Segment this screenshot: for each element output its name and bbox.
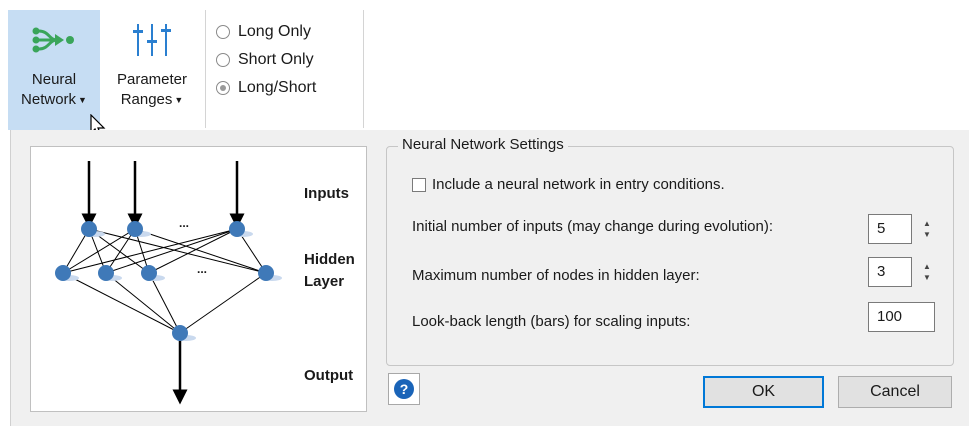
ribbon-separator xyxy=(363,10,364,128)
radio-long-short[interactable]: Long/Short xyxy=(216,74,316,102)
radio-short-only[interactable]: Short Only xyxy=(216,46,316,74)
include-nn-label: Include a neural network in entry condit… xyxy=(432,176,725,193)
cancel-button[interactable]: Cancel xyxy=(838,376,952,408)
spin-up-icon[interactable]: ▲ xyxy=(923,218,931,229)
sliders-icon xyxy=(122,10,182,70)
ok-button[interactable]: OK xyxy=(703,376,824,408)
lookback-input[interactable]: 100 xyxy=(868,302,935,332)
hidden-nodes-stepper[interactable]: ▲ ▼ xyxy=(916,257,938,287)
radio-label: Short Only xyxy=(238,51,314,68)
hidden-label-1: Hidden xyxy=(304,251,355,268)
output-label: Output xyxy=(304,367,354,384)
spin-down-icon[interactable]: ▼ xyxy=(923,272,931,283)
input-ellipsis: ... xyxy=(179,216,190,230)
lookback-field-label: Look-back length (bars) for scaling inpu… xyxy=(412,313,691,330)
help-icon: ? xyxy=(394,379,414,399)
dropdown-caret-icon: ▼ xyxy=(174,95,184,105)
trade-direction-group: Long Only Short Only Long/Short xyxy=(216,18,316,102)
hidden-nodes-input[interactable]: 3 xyxy=(868,257,912,287)
inputs-count-input[interactable]: 5 xyxy=(868,214,912,244)
spin-up-icon[interactable]: ▲ xyxy=(923,261,931,272)
hidden-ellipsis: ... xyxy=(197,262,208,276)
parameter-ranges-label-1: Parameter xyxy=(116,71,188,88)
dropdown-caret-icon: ▼ xyxy=(78,95,87,105)
inputs-count-stepper[interactable]: ▲ ▼ xyxy=(916,214,938,244)
parameter-ranges-label-2: Ranges xyxy=(120,91,173,108)
radio-circle-selected[interactable] xyxy=(216,81,230,95)
help-glyph: ? xyxy=(400,381,409,397)
inputs-field-label: Initial number of inputs (may change dur… xyxy=(412,218,774,235)
include-nn-checkbox-row[interactable]: Include a neural network in entry condit… xyxy=(412,176,725,193)
include-nn-checkbox[interactable] xyxy=(412,177,426,192)
hidden-field-label: Maximum number of nodes in hidden layer: xyxy=(412,267,700,284)
parameter-ranges-button[interactable]: Parameter Ranges ▼ xyxy=(104,10,200,130)
hidden-label-2: Layer xyxy=(304,273,345,290)
help-button[interactable]: ? xyxy=(388,373,420,405)
ribbon-separator xyxy=(205,10,206,128)
neural-network-diagram: ... ... Inputs Hidden Layer Output xyxy=(30,146,367,412)
radio-label: Long/Short xyxy=(238,79,317,96)
inputs-label: Inputs xyxy=(304,185,349,202)
radio-label: Long Only xyxy=(238,23,311,40)
radio-long-only[interactable]: Long Only xyxy=(216,18,316,46)
radio-circle[interactable] xyxy=(216,53,230,67)
neural-network-label-2: Network xyxy=(21,91,77,108)
group-title: Neural Network Settings xyxy=(398,136,568,153)
neural-network-button[interactable]: Neural Network ▼ xyxy=(8,10,100,130)
radio-circle[interactable] xyxy=(216,25,230,39)
neural-network-label-1: Neural xyxy=(31,71,77,88)
spin-down-icon[interactable]: ▼ xyxy=(923,229,931,240)
ribbon: Neural Network ▼ Parameter Ranges ▼ Long O… xyxy=(0,0,969,138)
neural-network-icon xyxy=(24,10,84,70)
